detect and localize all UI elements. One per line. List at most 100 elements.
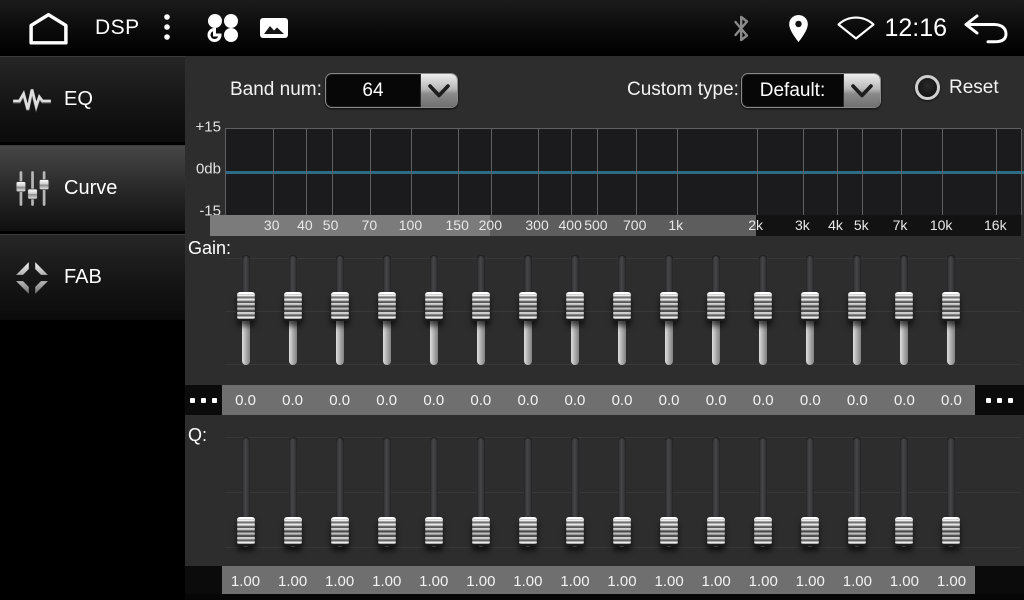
q-slider-knob[interactable]: [801, 517, 819, 546]
gain-slider-knob[interactable]: [895, 292, 913, 321]
gain-value: 0.0: [599, 385, 646, 415]
q-value: 1.00: [693, 566, 740, 596]
q-value: 1.00: [928, 566, 975, 596]
gain-slider-knob[interactable]: [801, 292, 819, 321]
gain-slider: [881, 255, 928, 365]
gain-slider-knob[interactable]: [754, 292, 772, 321]
fade-balance-icon: [0, 260, 64, 296]
reset-label: Reset: [949, 71, 999, 105]
gain-slider-knob[interactable]: [378, 292, 396, 321]
freq-tick-label: 100: [399, 215, 422, 236]
q-slider-knob[interactable]: [331, 517, 349, 546]
back-icon[interactable]: [961, 13, 1008, 44]
q-slider-knob[interactable]: [754, 517, 772, 546]
q-value: 1.00: [457, 566, 504, 596]
chevron-down-icon[interactable]: [420, 74, 457, 107]
gain-value: 0.0: [410, 385, 457, 415]
grid-line: [332, 129, 333, 215]
q-slider: [363, 437, 410, 547]
q-slider-knob[interactable]: [378, 517, 396, 546]
q-slider-knob[interactable]: [472, 517, 490, 546]
q-slider: [693, 437, 740, 547]
band-num-label: Band num:: [230, 73, 322, 107]
sidebar-item-fab[interactable]: FAB: [0, 234, 185, 321]
gain-slider: [410, 255, 457, 365]
q-slider-knob[interactable]: [942, 517, 960, 546]
sidebar-item-curve[interactable]: Curve: [0, 145, 185, 232]
more-icon: [190, 398, 195, 403]
gain-slider: [551, 255, 598, 365]
more-icon: [986, 398, 991, 403]
gain-slider: [693, 255, 740, 365]
sidebar-item-eq[interactable]: EQ: [0, 56, 185, 143]
gain-slider-knob[interactable]: [613, 292, 631, 321]
gain-slider-knob[interactable]: [237, 292, 255, 321]
freq-tick-label: 700: [623, 215, 646, 236]
gain-slider-knob[interactable]: [707, 292, 725, 321]
q-slider-knob[interactable]: [613, 517, 631, 546]
q-row-right-spacer: [975, 566, 1024, 596]
q-slider-knob[interactable]: [566, 517, 584, 546]
custom-type-dropdown[interactable]: Default:: [741, 73, 881, 108]
q-value: 1.00: [269, 566, 316, 596]
q-slider: [269, 437, 316, 547]
bluetooth-icon: [730, 14, 753, 43]
band-num-dropdown[interactable]: 64: [325, 73, 458, 108]
gain-value: 0.0: [363, 385, 410, 415]
q-label: Q:: [188, 425, 207, 446]
grid-line: [370, 129, 371, 215]
custom-type-value: Default:: [742, 74, 843, 107]
q-slider-knob[interactable]: [284, 517, 302, 546]
gain-slider: [834, 255, 881, 365]
gain-slider-knob[interactable]: [284, 292, 302, 321]
gain-slider-knob[interactable]: [472, 292, 490, 321]
gain-slider: [504, 255, 551, 365]
q-slider-knob[interactable]: [707, 517, 725, 546]
quick-apps-icon[interactable]: [204, 13, 242, 43]
q-slider: [316, 437, 363, 547]
mixer-sliders-icon: [0, 169, 64, 209]
chevron-down-icon[interactable]: [843, 74, 880, 107]
grid-line: [996, 129, 997, 215]
gain-slider: [269, 255, 316, 365]
q-slider-knob[interactable]: [848, 517, 866, 546]
home-icon[interactable]: [26, 11, 71, 46]
grid-line: [636, 129, 637, 215]
grid-line: [901, 129, 902, 215]
q-slider-knob[interactable]: [237, 517, 255, 546]
grid-line: [862, 129, 863, 215]
q-slider-knob[interactable]: [519, 517, 537, 546]
location-icon: [787, 14, 810, 43]
freq-tick-label: 2k: [748, 215, 763, 236]
gain-more-left-button[interactable]: [185, 385, 222, 415]
sidebar-item-label: Curve: [64, 177, 117, 200]
gain-value: 0.0: [834, 385, 881, 415]
q-slider-knob[interactable]: [425, 517, 443, 546]
q-slider-knob[interactable]: [660, 517, 678, 546]
freq-tick-label: 400: [559, 215, 582, 236]
gain-slider-knob[interactable]: [942, 292, 960, 321]
gain-slider-knob[interactable]: [660, 292, 678, 321]
gain-more-right-button[interactable]: [975, 385, 1024, 415]
y-axis-label-zero: 0db: [187, 161, 221, 178]
dsp-screen: DSP: [0, 0, 1024, 600]
overflow-menu-icon[interactable]: [162, 13, 172, 43]
q-slider: [787, 437, 834, 547]
grid-line: [458, 129, 459, 215]
gain-slider: [928, 255, 975, 365]
gain-slider: [363, 255, 410, 365]
gain-value: 0.0: [787, 385, 834, 415]
gain-slider-knob[interactable]: [425, 292, 443, 321]
gain-slider-knob[interactable]: [566, 292, 584, 321]
gallery-icon[interactable]: [260, 18, 288, 38]
gain-slider-knob[interactable]: [848, 292, 866, 321]
gain-slider-knob[interactable]: [331, 292, 349, 321]
freq-tick-label: 70: [362, 215, 378, 236]
q-slider: [881, 437, 928, 547]
q-slider-knob[interactable]: [895, 517, 913, 546]
freq-tick-label: 200: [479, 215, 502, 236]
freq-tick-label: 50: [323, 215, 339, 236]
status-bar: DSP: [0, 0, 1024, 56]
gain-slider-knob[interactable]: [519, 292, 537, 321]
reset-radio[interactable]: [915, 75, 940, 100]
